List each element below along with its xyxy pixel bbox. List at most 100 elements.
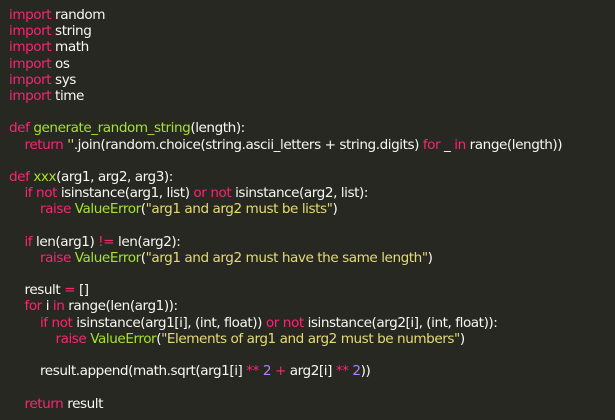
code-line: import math bbox=[9, 39, 615, 55]
code-line: return ''.join(random.choice(string.asci… bbox=[9, 137, 615, 153]
code-token: def bbox=[9, 168, 30, 185]
code-token: import bbox=[9, 39, 52, 56]
code-token: .join(random.choice(string.ascii_letters… bbox=[73, 136, 423, 153]
code-token: import bbox=[9, 23, 52, 40]
code-line: if not isinstance(arg1, list) or not isi… bbox=[9, 185, 615, 201]
code-token: time bbox=[51, 87, 84, 104]
code-token: "arg1 and arg2 must be lists" bbox=[145, 201, 333, 218]
code-token: not bbox=[210, 185, 232, 202]
code-line: ​ bbox=[9, 104, 615, 120]
code-token: result.append(math.sqrt(arg1[i] bbox=[9, 363, 247, 380]
code-token: raise bbox=[39, 201, 71, 218]
code-line: raise ValueError("Elements of arg1 and a… bbox=[9, 331, 615, 347]
code-token: sys bbox=[51, 71, 76, 88]
code-line: raise ValueError("arg1 and arg2 must be … bbox=[9, 201, 615, 217]
code-token: + bbox=[274, 363, 286, 380]
code-token: or bbox=[193, 185, 207, 202]
code-token: import bbox=[9, 71, 52, 88]
code-line: ​ bbox=[9, 347, 615, 363]
code-token: string bbox=[51, 23, 92, 40]
code-line: for i in range(len(arg1)): bbox=[9, 298, 615, 314]
code-token: = bbox=[64, 282, 76, 299]
code-token: arg2[i] bbox=[285, 363, 336, 380]
code-token: random bbox=[51, 7, 106, 23]
code-line: ​ bbox=[9, 153, 615, 169]
code-token: len(arg1) bbox=[32, 233, 99, 250]
code-token: i bbox=[41, 298, 53, 315]
code-token: in bbox=[454, 136, 466, 153]
code-token: 2 bbox=[262, 363, 272, 380]
code-token: "arg1 and arg2 must have the same length… bbox=[145, 249, 429, 266]
code-line: result.append(math.sqrt(arg1[i] ** 2 + a… bbox=[9, 363, 615, 379]
code-token: '' bbox=[67, 136, 74, 153]
code-line: raise ValueError("arg1 and arg2 must hav… bbox=[9, 250, 615, 266]
code-line: if len(arg1) != len(arg2): bbox=[9, 234, 615, 250]
code-line: def generate_random_string(length): bbox=[9, 120, 615, 136]
code-token: raise bbox=[39, 249, 71, 266]
code-editor[interactable]: import random import string import math imp… bbox=[0, 0, 615, 420]
code-token: math bbox=[51, 39, 89, 56]
code-line: ​ bbox=[9, 217, 615, 233]
code-token: if bbox=[24, 233, 33, 250]
code-token: return bbox=[24, 136, 64, 153]
code-token: ) bbox=[459, 330, 465, 347]
code-line: return result bbox=[9, 396, 615, 412]
code-token: if bbox=[39, 314, 48, 331]
code-token: != bbox=[98, 233, 115, 250]
code-token: ** bbox=[246, 363, 259, 380]
code-token: in bbox=[52, 298, 65, 315]
code-line: def xxx(arg1, arg2, arg3): bbox=[9, 169, 615, 185]
code-token: ) bbox=[427, 249, 433, 266]
code-token: "Elements of arg1 and arg2 must be numbe… bbox=[161, 330, 460, 347]
code-token: import bbox=[9, 55, 52, 72]
code-line: if not isinstance(arg1[i], (int, float))… bbox=[9, 315, 615, 331]
code-line: import string bbox=[9, 23, 615, 39]
code-token: xxx bbox=[33, 168, 57, 185]
code-token: os bbox=[51, 55, 70, 72]
code-token: import bbox=[9, 7, 52, 23]
code-token: for bbox=[422, 136, 441, 153]
code-line: import sys bbox=[9, 72, 615, 88]
code-token: (length): bbox=[190, 120, 245, 137]
code-token: ) bbox=[332, 201, 338, 218]
code-token: isinstance(arg2, list): bbox=[231, 185, 368, 202]
code-line: import random bbox=[9, 7, 615, 23]
code-token: not bbox=[282, 314, 304, 331]
code-token: isinstance(arg1, list) bbox=[56, 185, 194, 202]
code-token: range(len(arg1)): bbox=[64, 298, 178, 315]
code-token: ValueError bbox=[90, 330, 157, 347]
code-token: def bbox=[9, 120, 30, 137]
code-token: (arg1, arg2, arg3): bbox=[56, 168, 173, 185]
code-token: for bbox=[24, 298, 42, 315]
code-token: _ bbox=[440, 136, 455, 153]
code-line: import os bbox=[9, 56, 615, 72]
code-token: ValueError bbox=[74, 249, 141, 266]
code-token: if bbox=[24, 185, 33, 202]
code-token: not bbox=[51, 314, 73, 331]
code-token: len(arg2): bbox=[114, 233, 181, 250]
code-token: isinstance(arg2[i], (int, float)): bbox=[303, 314, 498, 331]
code-token: result bbox=[9, 282, 65, 299]
code-line: import time bbox=[9, 88, 615, 104]
code-line: result = [] bbox=[9, 282, 615, 298]
code-token: return bbox=[24, 395, 64, 412]
code-token: generate_random_string bbox=[33, 120, 191, 137]
code-line: ​ bbox=[9, 379, 615, 395]
code-token: or bbox=[265, 314, 279, 331]
code-token: 2 bbox=[352, 363, 361, 380]
code-token: import bbox=[9, 87, 52, 104]
code-token: )) bbox=[360, 363, 371, 380]
code-token: not bbox=[36, 185, 57, 202]
code-area[interactable]: import random import string import math imp… bbox=[9, 7, 615, 412]
code-token: ** bbox=[335, 363, 349, 380]
code-token: ValueError bbox=[74, 201, 141, 218]
code-token: [] bbox=[75, 282, 89, 299]
